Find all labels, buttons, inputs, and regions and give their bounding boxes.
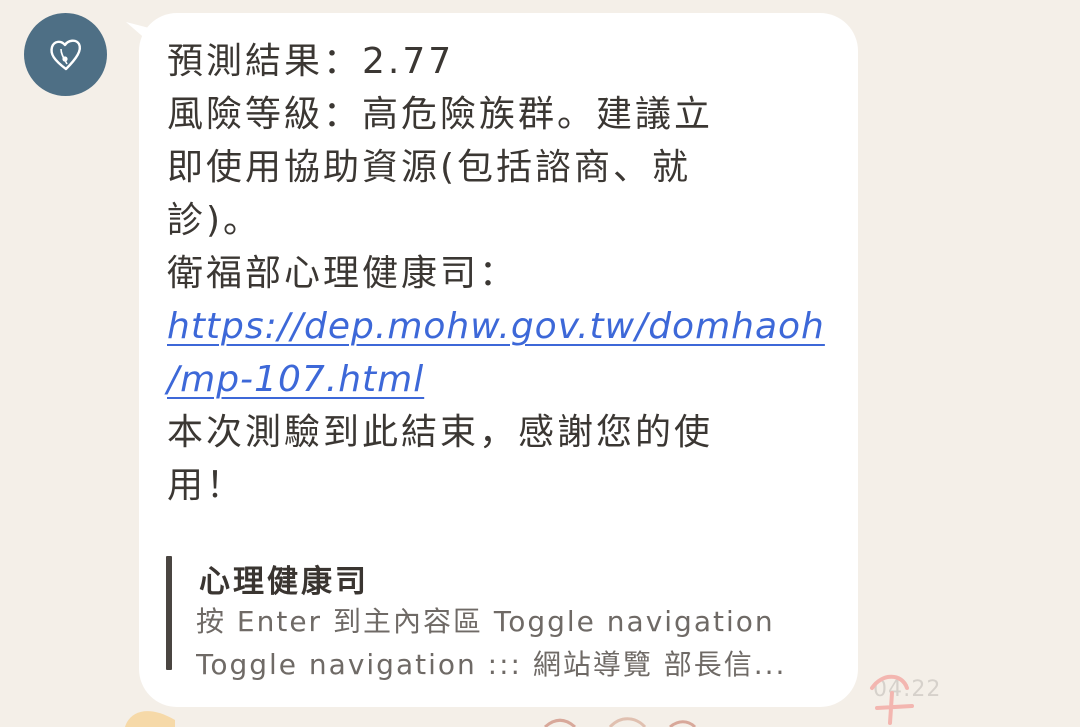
preview-description: 按 Enter 到主內容區 Toggle navigation Toggle n…	[196, 600, 826, 686]
message-line: 用！	[167, 465, 246, 506]
preview-title: 心理健康司	[199, 564, 369, 600]
message-line: 衛福部心理健康司：	[167, 253, 519, 294]
bot-avatar[interactable]	[24, 13, 107, 96]
preview-accent-bar	[166, 556, 172, 670]
message-line: 本次測驗到此結束，感謝您的使	[167, 412, 714, 453]
preview-desc-line: 按 Enter 到主內容區 Toggle navigation	[196, 605, 775, 638]
message-line: 預測結果：2.77	[167, 41, 455, 82]
message-bubble: 預測結果：2.77 風險等級：高危險族群。建議立 即使用協助資源(包括諮商、就 …	[139, 13, 858, 707]
heart-icon	[49, 39, 81, 70]
link-preview-card[interactable]: 心理健康司 按 Enter 到主內容區 Toggle navigation To…	[166, 556, 826, 681]
message-timestamp: 04:22	[873, 677, 942, 702]
message-text: 預測結果：2.77 風險等級：高危險族群。建議立 即使用協助資源(包括諮商、就 …	[167, 35, 827, 512]
resource-link-part-2[interactable]: /mp-107.html	[167, 359, 424, 400]
preview-desc-line: Toggle navigation ::: 網站導覽 部長信...	[196, 648, 787, 681]
resource-link-part-1[interactable]: https://dep.mohw.gov.tw/domhaoh	[167, 306, 825, 347]
message-line: 診)。	[167, 200, 263, 241]
message-line: 即使用協助資源(包括諮商、就	[167, 147, 692, 188]
message-line: 風險等級：高危險族群。建議立	[167, 94, 714, 135]
wallpaper-doodle-icon	[543, 717, 697, 727]
